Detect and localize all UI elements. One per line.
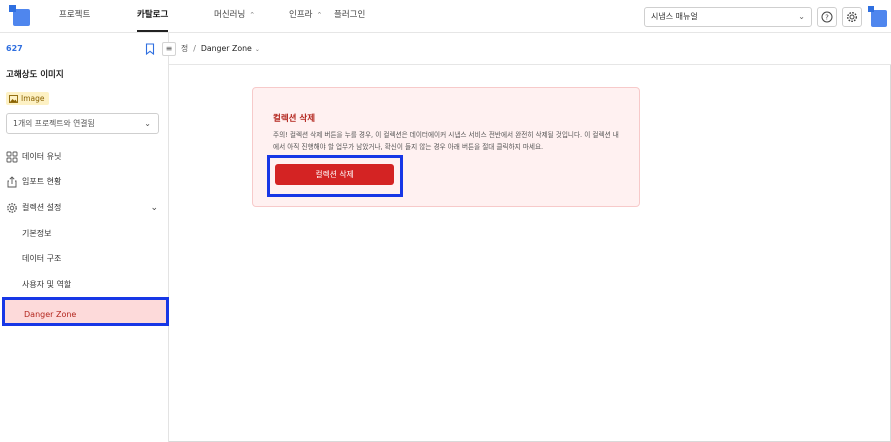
danger-zone-description: 주의! 컬렉션 삭제 버튼을 누를 경우, 이 컬렉션은 데이터에이커 시냅스 … (273, 131, 619, 151)
collection-id: 627 (6, 44, 23, 53)
gear-icon (846, 11, 858, 23)
grid-icon (6, 151, 18, 163)
nav-infra[interactable]: 인프라 ⌃ (289, 0, 322, 32)
svg-text:?: ? (825, 14, 829, 22)
sidebar-subitem-users-roles[interactable]: 사용자 및 역할 (0, 273, 168, 297)
sidebar-toggle-icon[interactable]: ≡ (162, 42, 176, 56)
type-badge: Image (6, 92, 49, 105)
chevron-down-icon: ⌄ (254, 46, 260, 53)
breadcrumb-parent[interactable]: 정 (181, 44, 188, 53)
danger-zone-title: 컬렉션 삭제 (273, 114, 316, 124)
delete-button-highlight: 컬렉션 삭제 (267, 155, 403, 197)
breadcrumb-current[interactable]: Danger Zone (201, 44, 252, 53)
workspace-logo[interactable] (868, 6, 888, 28)
image-icon (9, 94, 18, 103)
sidebar-item-collection-settings[interactable]: 컬렉션 설정 ⌄ (0, 196, 168, 220)
top-navigation: 프로젝트 카탈로그 머신러닝 ⌃ 인프라 ⌃ 플러그인 시냅스 매뉴얼 ⌄ ? (0, 0, 891, 33)
sidebar: 627 고해상도 이미지 Image 1개의 프로젝트와 연결됨 ⌄ 데이터 유… (0, 33, 169, 442)
chevron-down-icon: ⌄ (798, 12, 805, 21)
import-icon (7, 176, 17, 188)
nav-machine-learning[interactable]: 머신러닝 ⌃ (214, 0, 255, 32)
sidebar-item-import-status[interactable]: 임포트 현황 (0, 170, 168, 194)
chevron-down-icon: ⌄ (144, 119, 151, 128)
breadcrumb-bar: ≡ 정 / Danger Zone ⌄ (162, 33, 891, 65)
app-logo[interactable] (9, 5, 31, 27)
nav-catalog[interactable]: 카탈로그 (137, 0, 169, 32)
nav-projects[interactable]: 프로젝트 (59, 0, 90, 32)
delete-collection-button[interactable]: 컬렉션 삭제 (275, 164, 394, 185)
chevron-updown-icon: ⌃ (249, 11, 256, 19)
manual-select[interactable]: 시냅스 매뉴얼 ⌄ (644, 7, 812, 27)
question-circle-icon: ? (821, 11, 833, 23)
bookmark-icon[interactable] (145, 43, 155, 55)
sidebar-subitem-basic-info[interactable]: 기본정보 (0, 222, 168, 246)
sidebar-subitem-danger-zone[interactable]: Danger Zone (2, 297, 169, 326)
help-button[interactable]: ? (817, 7, 837, 27)
nav-plugins[interactable]: 플러그인 (334, 0, 365, 32)
danger-zone-card: 컬렉션 삭제 주의! 컬렉션 삭제 버튼을 누를 경우, 이 컬렉션은 데이터에… (252, 87, 640, 207)
project-link-select[interactable]: 1개의 프로젝트와 연결됨 ⌄ (6, 113, 159, 134)
settings-button[interactable] (842, 7, 862, 27)
collection-title: 고해상도 이미지 (6, 70, 64, 80)
chevron-updown-icon: ⌃ (316, 11, 323, 19)
gear-icon (7, 203, 17, 213)
chevron-down-icon: ⌄ (150, 203, 158, 213)
breadcrumb: 정 / Danger Zone ⌄ (181, 44, 260, 53)
sidebar-subitem-data-structure[interactable]: 데이터 구조 (0, 247, 168, 271)
sidebar-item-data-units[interactable]: 데이터 유닛 (0, 145, 168, 169)
